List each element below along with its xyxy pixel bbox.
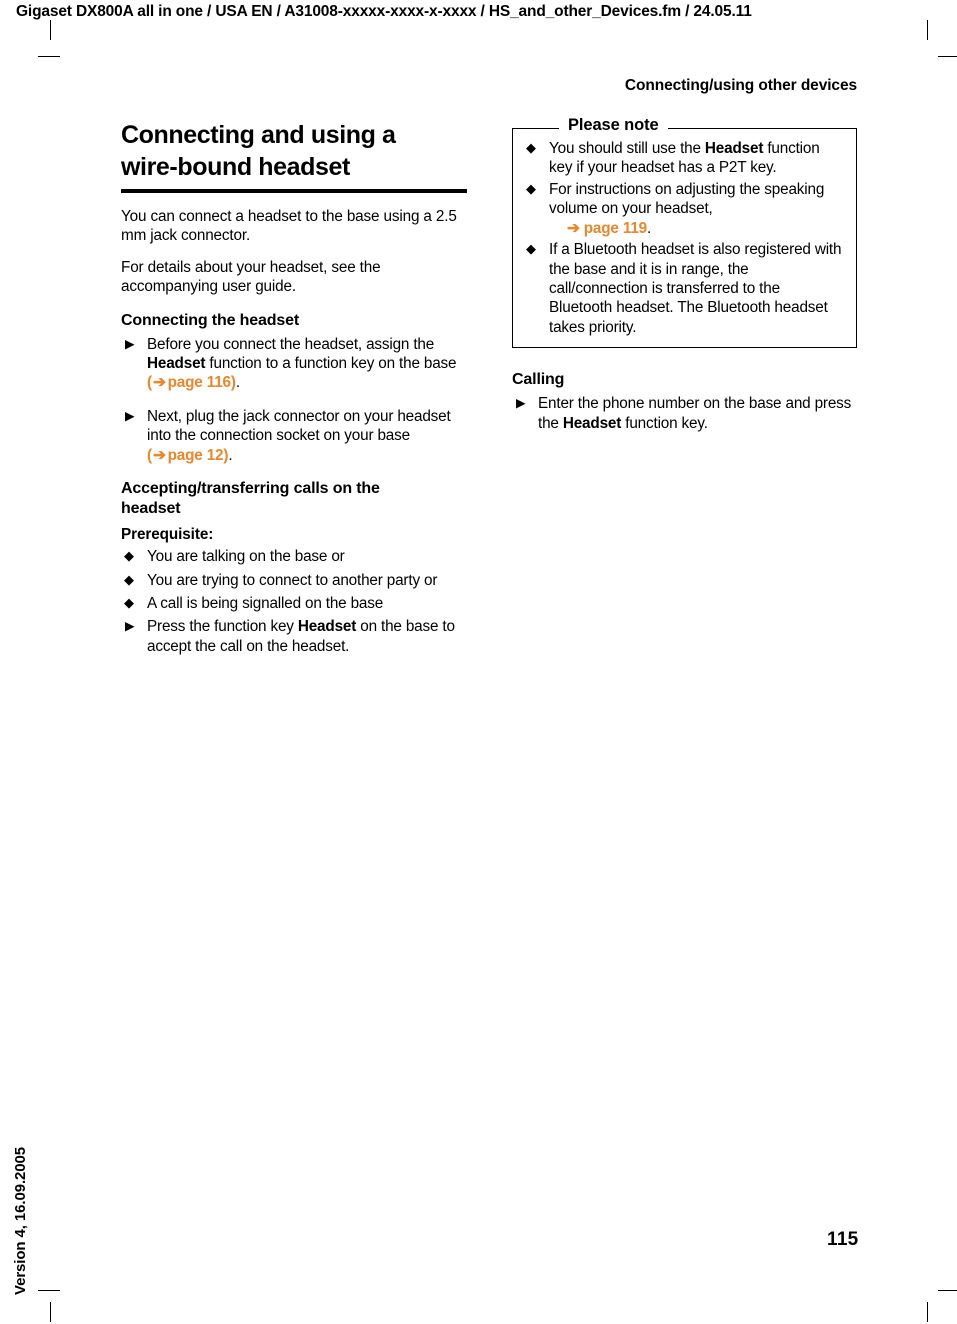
note-item-1-text-before: You should still use the xyxy=(549,140,705,157)
heading-calling: Calling xyxy=(512,371,565,389)
diamond-icon: ◆ xyxy=(124,571,134,587)
left-column: Connecting and using a wire-bound headse… xyxy=(121,120,469,660)
note-item-2-text: For instructions on adjusting the speaki… xyxy=(549,180,825,218)
step-connecting-2-text-before: Next, plug the jack connector on your he… xyxy=(147,407,451,445)
crop-mark-top-left-vertical xyxy=(50,20,51,40)
prerequisite-item: ◆ You are trying to connect to another pa… xyxy=(121,571,469,590)
triangle-right-icon: ▶ xyxy=(125,619,135,634)
diamond-icon: ◆ xyxy=(526,241,536,257)
prerequisite-item-text: A call is being signalled on the base xyxy=(147,594,384,612)
page-link-116[interactable]: page 116 xyxy=(168,374,231,391)
crop-mark-bottom-right-vertical xyxy=(927,1302,928,1322)
triangle-right-icon: ▶ xyxy=(516,396,526,411)
note-item-1-bold: Headset xyxy=(704,140,764,157)
crop-mark-bottom-left-vertical xyxy=(50,1302,51,1322)
please-note-title: Please note xyxy=(559,116,668,135)
step-calling-bold: Headset xyxy=(562,414,622,432)
page-link-119[interactable]: page 119 xyxy=(584,220,647,237)
intro-paragraph-2: For details about your headset, see the … xyxy=(121,259,381,296)
step-accept-bold: Headset xyxy=(297,618,357,636)
crop-mark-bottom-left-horizontal xyxy=(38,1290,60,1291)
note-item: ◆ If a Bluetooth headset is also register… xyxy=(523,240,844,337)
note-item: ◆ For instructions on adjusting the speak… xyxy=(523,180,844,238)
document-info-header: Gigaset DX800A all in one / USA EN / A31… xyxy=(16,3,752,20)
intro-paragraph-1: You can connect a headset to the base us… xyxy=(121,207,457,244)
triangle-right-icon: ▶ xyxy=(125,408,135,423)
step-accept-call: ▶ Press the function key Headset on the b… xyxy=(121,617,469,656)
note-item: ◆ You should still use the Headset functi… xyxy=(523,139,844,178)
step-connecting-1-text-after: function to a function key on the base xyxy=(205,354,457,372)
chapter-title-line-1: Connecting and using a xyxy=(121,121,396,149)
section-running-head: Connecting/using other devices xyxy=(624,77,857,94)
heading-accepting-line-1: Accepting/transferring calls on the xyxy=(121,480,380,498)
diamond-icon: ◆ xyxy=(124,594,134,610)
page-number: 115 xyxy=(827,1229,859,1250)
prerequisite-item: ◆ A call is being signalled on the base xyxy=(121,594,469,613)
crop-mark-top-left-horizontal xyxy=(38,56,60,57)
prerequisite-item: ◆ You are talking on the base or xyxy=(121,547,469,566)
triangle-right-icon: ▶ xyxy=(125,336,135,351)
step-connecting-1-trailing: . xyxy=(235,374,240,392)
step-calling-text-after: function key. xyxy=(621,414,708,432)
diamond-icon: ◆ xyxy=(526,180,536,196)
page-link-12[interactable]: page 12 xyxy=(168,447,224,464)
diamond-icon: ◆ xyxy=(124,548,134,564)
crop-mark-top-right-horizontal xyxy=(938,56,957,57)
step-connecting-2-trailing: . xyxy=(228,446,233,464)
diamond-icon: ◆ xyxy=(526,140,536,155)
crop-mark-top-right-vertical xyxy=(927,20,928,40)
crop-mark-bottom-right-horizontal xyxy=(938,1290,957,1291)
heading-accepting-transferring: Accepting/transferring calls on the head… xyxy=(121,479,469,519)
please-note-box: Please note ◆ You should still use the He… xyxy=(512,116,857,349)
step-connecting-1-text-before: Before you connect the headset, assign t… xyxy=(147,335,435,353)
chapter-title-rule xyxy=(121,188,467,193)
arrow-right-icon: ➔ xyxy=(152,446,166,464)
step-connecting-2: ▶ Next, plug the jack connector on your h… xyxy=(121,407,469,465)
heading-accepting-line-2: headset xyxy=(121,500,181,518)
step-accept-text-before: Press the function key xyxy=(147,618,298,636)
right-column: Please note ◆ You should still use the He… xyxy=(512,116,857,437)
note-item-2-trailing: . xyxy=(647,219,652,237)
step-connecting-1-bold: Headset xyxy=(147,354,206,372)
prerequisite-label: Prerequisite: xyxy=(121,526,214,544)
note-item-2-link-wrap: ➔ page 119. xyxy=(549,219,844,238)
note-item-3-text: If a Bluetooth headset is also registere… xyxy=(549,241,842,336)
arrow-right-icon: ➔ xyxy=(152,374,166,392)
prerequisite-item-text: You are trying to connect to another par… xyxy=(147,571,438,589)
chapter-title-line-2: wire-bound headset xyxy=(121,152,350,181)
step-calling: ▶ Enter the phone number on the base and … xyxy=(512,394,857,433)
step-connecting-1: ▶ Before you connect the headset, assign … xyxy=(121,335,469,393)
prerequisite-item-text: You are talking on the base or xyxy=(147,548,345,566)
chapter-title: Connecting and using a wire-bound headse… xyxy=(121,120,469,184)
version-vertical-label: Version 4, 16.09.2005 xyxy=(12,1146,29,1295)
arrow-right-icon: ➔ xyxy=(567,219,580,237)
heading-connecting-the-headset: Connecting the headset xyxy=(121,311,300,329)
